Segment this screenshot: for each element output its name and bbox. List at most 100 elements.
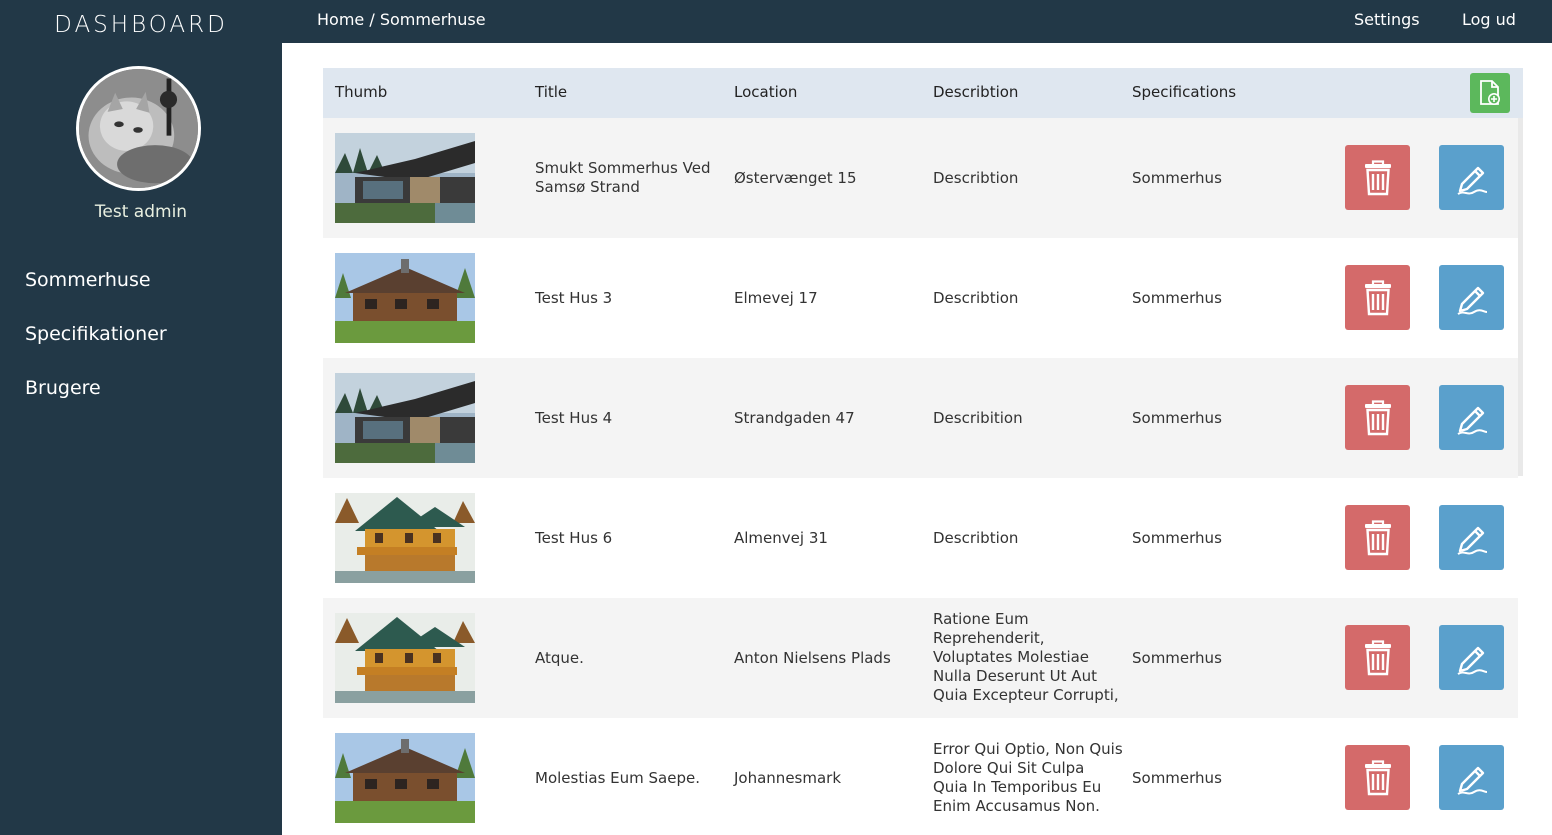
avatar xyxy=(76,66,201,191)
sidebar-item-brugere[interactable]: Brugere xyxy=(25,374,167,428)
specification-text: Sommerhus xyxy=(1132,649,1222,667)
cell-description: Describtion xyxy=(933,478,1123,598)
table-header: Thumb Title Location Describtion Specifi… xyxy=(323,68,1523,118)
table-row: Molestias Eum Saepe. Johannesmark Error … xyxy=(323,718,1518,835)
cell-specification: Sommerhus xyxy=(1132,598,1322,718)
specification-text: Sommerhus xyxy=(1132,769,1222,787)
title-text: Atque. xyxy=(535,648,584,667)
cell-specification: Sommerhus xyxy=(1132,118,1322,238)
edit-button[interactable] xyxy=(1439,265,1504,330)
pencil-icon xyxy=(1456,646,1487,675)
header-location: Location xyxy=(734,83,798,101)
modern-house-thumbnail xyxy=(335,373,475,463)
sidebar-item-specifikationer[interactable]: Specifikationer xyxy=(25,320,167,374)
delete-button[interactable] xyxy=(1345,625,1410,690)
pencil-icon xyxy=(1456,406,1487,435)
pencil-icon xyxy=(1456,166,1487,195)
admin-name: Test admin xyxy=(94,202,188,222)
cell-description: Ratione Eum Reprehenderit, Voluptates Mo… xyxy=(933,598,1123,718)
thumbnail-image xyxy=(335,133,475,223)
cell-description: Describtion xyxy=(933,238,1123,358)
specification-text: Sommerhus xyxy=(1132,529,1222,547)
breadcrumb-separator: / xyxy=(364,10,380,29)
description-text: Describtion xyxy=(933,528,1019,547)
cell-description: Describtion xyxy=(933,118,1123,238)
description-text: Describtion xyxy=(933,168,1019,187)
edit-button[interactable] xyxy=(1439,145,1504,210)
edit-button[interactable] xyxy=(1439,745,1504,810)
location-text: Østervænget 15 xyxy=(734,169,857,187)
cell-location: Elmevej 17 xyxy=(734,238,924,358)
cell-specification: Sommerhus xyxy=(1132,718,1322,835)
add-house-button[interactable] xyxy=(1470,73,1510,113)
delete-button[interactable] xyxy=(1345,745,1410,810)
edit-button[interactable] xyxy=(1439,625,1504,690)
settings-link[interactable]: Settings xyxy=(1354,10,1420,29)
description-text: Describition xyxy=(933,408,1023,427)
location-text: Strandgaden 47 xyxy=(734,409,855,427)
modern-house-thumbnail xyxy=(335,133,475,223)
cell-specification: Sommerhus xyxy=(1132,478,1322,598)
specification-text: Sommerhus xyxy=(1132,289,1222,307)
edit-button[interactable] xyxy=(1439,385,1504,450)
logout-link[interactable]: Log ud xyxy=(1462,10,1516,29)
table-row: Test Hus 4 Strandgaden 47 Describition S… xyxy=(323,358,1518,478)
trash-icon xyxy=(1364,399,1391,435)
cell-title: Molestias Eum Saepe. xyxy=(535,718,725,835)
cell-title: Test Hus 4 xyxy=(535,358,725,478)
thumbnail-image xyxy=(335,373,475,463)
header-description: Describtion xyxy=(933,83,1019,101)
log-cabin-thumbnail xyxy=(335,253,475,343)
trash-icon xyxy=(1364,639,1391,675)
trash-icon xyxy=(1364,159,1391,195)
thumbnail-image xyxy=(335,613,475,703)
table-row: Test Hus 3 Elmevej 17 Describtion Sommer… xyxy=(323,238,1518,358)
delete-button[interactable] xyxy=(1345,265,1410,330)
delete-button[interactable] xyxy=(1345,385,1410,450)
pencil-icon xyxy=(1456,526,1487,555)
sidebar-item-sommerhuse[interactable]: Sommerhuse xyxy=(25,266,167,320)
cell-title: Test Hus 3 xyxy=(535,238,725,358)
cell-description: Error Qui Optio, Non Quis Dolore Qui Sit… xyxy=(933,718,1123,835)
avatar-image xyxy=(79,69,198,188)
topbar: Home / Sommerhuse Settings Log ud xyxy=(282,0,1552,43)
timber-lodge-thumbnail xyxy=(335,493,475,583)
delete-button[interactable] xyxy=(1345,505,1410,570)
sidebar: DASHBOARD Test admin Sommerhuse Specifik… xyxy=(0,0,282,835)
specification-text: Sommerhus xyxy=(1132,169,1222,187)
cell-location: Anton Nielsens Plads xyxy=(734,598,924,718)
title-text: Test Hus 3 xyxy=(535,288,613,307)
header-thumb: Thumb xyxy=(335,83,388,101)
sidebar-nav: Sommerhuse Specifikationer Brugere xyxy=(25,266,167,428)
cell-specification: Sommerhus xyxy=(1132,358,1322,478)
timber-lodge-thumbnail xyxy=(335,613,475,703)
title-text: Smukt Sommerhus Ved Samsø Strand xyxy=(535,159,711,196)
cell-specification: Sommerhus xyxy=(1132,238,1322,358)
table-row: Atque. Anton Nielsens Plads Ratione Eum … xyxy=(323,598,1518,718)
location-text: Anton Nielsens Plads xyxy=(734,649,891,667)
breadcrumb-current[interactable]: Sommerhuse xyxy=(380,10,486,29)
location-text: Almenvej 31 xyxy=(734,529,828,547)
cell-description: Describition xyxy=(933,358,1123,478)
breadcrumb-home[interactable]: Home xyxy=(317,10,364,29)
trash-icon xyxy=(1364,279,1391,315)
title-text: Molestias Eum Saepe. xyxy=(535,768,700,787)
description-text: Ratione Eum Reprehenderit, Voluptates Mo… xyxy=(933,610,1119,706)
title-text: Test Hus 4 xyxy=(535,408,613,427)
scrollbar-track[interactable] xyxy=(1518,118,1523,476)
specification-text: Sommerhus xyxy=(1132,409,1222,427)
title-text: Test Hus 6 xyxy=(535,528,613,547)
delete-button[interactable] xyxy=(1345,145,1410,210)
location-text: Johannesmark xyxy=(734,769,842,787)
cell-location: Johannesmark xyxy=(734,718,924,835)
brand-title: DASHBOARD xyxy=(54,12,228,38)
edit-button[interactable] xyxy=(1439,505,1504,570)
pencil-icon xyxy=(1456,766,1487,795)
description-text: Error Qui Optio, Non Quis Dolore Qui Sit… xyxy=(933,740,1123,815)
header-specifications: Specifications xyxy=(1132,83,1237,101)
thumbnail-image xyxy=(335,253,475,343)
table-row: Smukt Sommerhus Ved Samsø Strand Østervæ… xyxy=(323,118,1518,238)
thumbnail-image xyxy=(335,733,475,823)
cell-location: Almenvej 31 xyxy=(734,478,924,598)
cell-title: Smukt Sommerhus Ved Samsø Strand xyxy=(535,118,725,238)
